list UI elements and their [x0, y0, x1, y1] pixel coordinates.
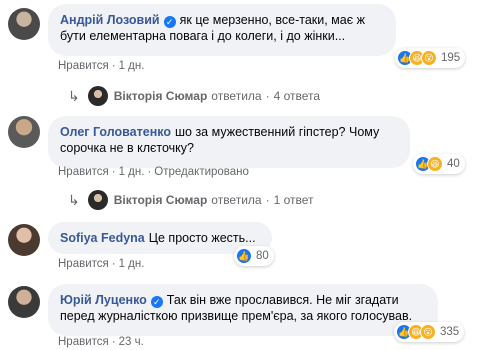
comment-bubble: Олег Головатенко шо за мужественний гіпст…	[48, 116, 410, 168]
surprised-face-icon: 😮	[420, 324, 436, 340]
author-name[interactable]: Sofiya Fedyna	[60, 231, 145, 245]
like-link[interactable]: Нравится	[58, 60, 109, 72]
timestamp[interactable]: 1 дн.	[119, 166, 145, 178]
comment-actions: Нравится · 1 дн. · Отредактировано	[58, 166, 249, 178]
like-link[interactable]: Нравится	[58, 336, 109, 348]
like-link[interactable]: Нравится	[58, 166, 109, 178]
author-name[interactable]: Юрій Луценко	[60, 293, 147, 307]
timestamp[interactable]: 23 ч.	[119, 336, 144, 348]
avatar[interactable]	[8, 116, 40, 148]
avatar[interactable]	[8, 8, 40, 40]
reply-arrow-icon: ↳	[68, 87, 80, 104]
thumbs-up-icon: 👍	[236, 248, 252, 264]
comment-bubble: Юрій Луценко ✓ Так він вже прославився. Не…	[48, 284, 438, 336]
reactions-summary[interactable]: 👍 😆 😮 195	[395, 48, 466, 68]
reply-author: Вікторія Сюмар	[113, 89, 208, 103]
reaction-count: 195	[441, 52, 461, 64]
view-replies[interactable]: ↳ Вікторія Сюмар ответила · 1 ответ	[68, 190, 314, 210]
reply-count: 1 ответ	[273, 193, 314, 207]
comment-bubble: Андрій Лозовий ✓ як це мерзенно, все-таки,…	[48, 4, 396, 56]
reaction-count: 40	[447, 158, 460, 170]
view-replies[interactable]: ↳ Вікторія Сюмар ответила · 4 ответа	[68, 86, 320, 106]
reactions-summary[interactable]: 👍 80	[234, 246, 274, 266]
comment-text: Це просто жесть...	[148, 231, 256, 245]
reply-arrow-icon: ↳	[68, 191, 80, 208]
reactions-summary[interactable]: 👍 😆 40	[413, 154, 465, 174]
surprised-face-icon: 😮	[421, 50, 437, 66]
reactions-summary[interactable]: 👍 😆 😮 335	[394, 322, 465, 342]
comment-actions: Нравится · 23 ч.	[58, 336, 144, 348]
reaction-count: 80	[256, 250, 269, 262]
avatar[interactable]	[8, 286, 40, 318]
avatar[interactable]	[8, 224, 40, 256]
timestamp[interactable]: 1 дн.	[119, 60, 145, 72]
author-name[interactable]: Олег Головатенко	[60, 125, 171, 139]
reaction-count: 335	[440, 326, 460, 338]
like-link[interactable]: Нравится	[58, 258, 109, 270]
laughing-face-icon: 😆	[427, 156, 443, 172]
comment-actions: Нравится · 1 дн.	[58, 258, 145, 270]
verified-check-icon: ✓	[150, 296, 163, 308]
verified-check-icon: ✓	[163, 16, 176, 28]
reply-count: 4 ответа	[273, 89, 321, 103]
comment-actions: Нравится · 1 дн.	[58, 60, 145, 72]
reply-verb: ответила	[211, 193, 262, 207]
timestamp[interactable]: 1 дн.	[119, 258, 145, 270]
reply-avatar	[87, 86, 108, 106]
edited-label: Отредактировано	[154, 166, 249, 178]
reply-verb: ответила	[211, 89, 262, 103]
author-name[interactable]: Андрій Лозовий	[60, 13, 160, 27]
reply-avatar	[87, 190, 108, 210]
reply-author: Вікторія Сюмар	[113, 193, 208, 207]
